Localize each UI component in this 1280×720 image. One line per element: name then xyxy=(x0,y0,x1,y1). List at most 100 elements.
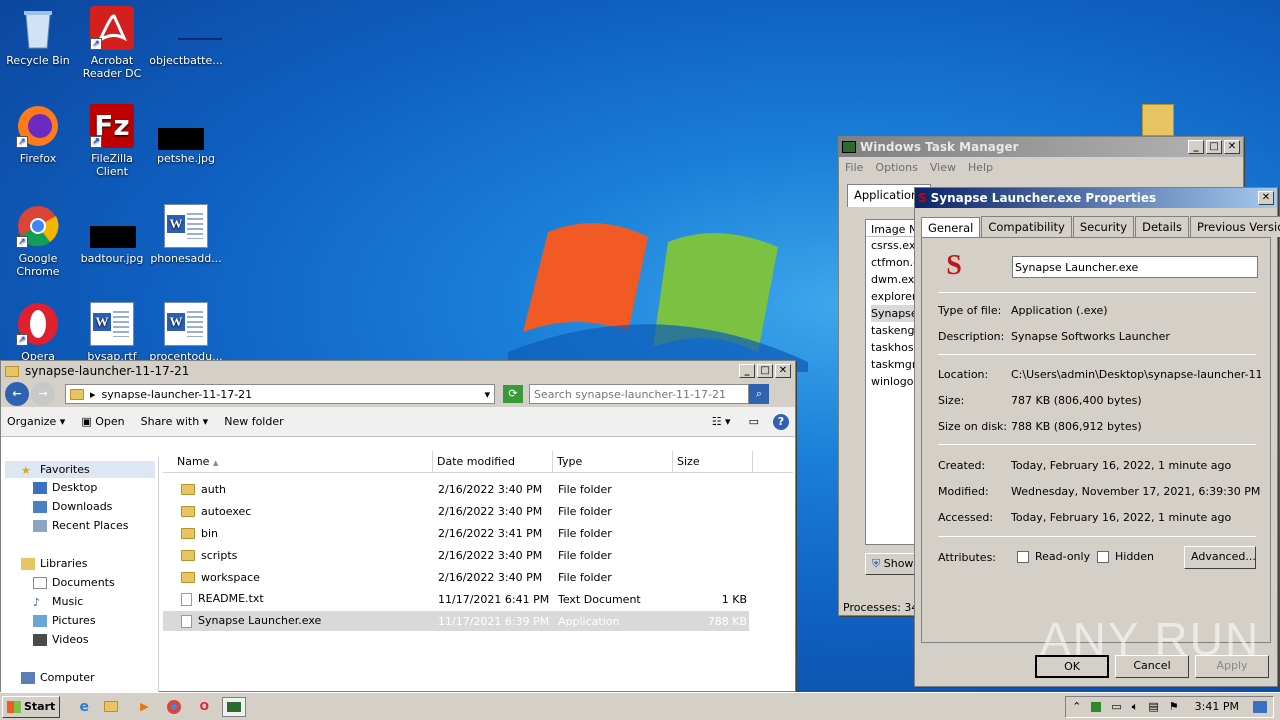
desktop-icon-filezilla[interactable]: Fz ↗ FileZilla Client xyxy=(74,104,150,178)
synapse-icon: S xyxy=(918,191,927,205)
hidden-checkbox[interactable]: Hidden xyxy=(1097,550,1154,563)
file-row[interactable]: README.txt 11/17/2021 6:41 PM Text Documen… xyxy=(163,589,749,609)
desktop-icon-recycle-bin[interactable]: Recycle Bin xyxy=(0,6,76,67)
menu-options[interactable]: Options xyxy=(875,161,917,174)
show-desktop-icon[interactable] xyxy=(1253,700,1267,713)
nav-downloads[interactable]: Downloads xyxy=(33,500,112,513)
desktop-icon-objectbatte[interactable]: objectbatte... xyxy=(148,6,224,67)
text-file-icon xyxy=(181,592,192,606)
tab-compatibility[interactable]: Compatibility xyxy=(981,216,1072,237)
readonly-checkbox[interactable]: Read-only xyxy=(1017,550,1090,563)
recycle-bin-icon xyxy=(16,6,60,50)
close-button[interactable]: ✕ xyxy=(1258,191,1274,205)
desktop-icon-procentodu[interactable]: W procentodu... xyxy=(148,302,224,363)
desktop-icon-badtour[interactable]: badtour.jpg xyxy=(74,204,150,265)
start-button[interactable]: Start xyxy=(2,695,61,718)
desktop-icon-acrobat[interactable]: ↗ Acrobat Reader DC xyxy=(74,6,150,80)
close-button[interactable]: ✕ xyxy=(1224,140,1240,154)
folder-icon[interactable] xyxy=(1142,104,1174,136)
taskmgr-app-icon xyxy=(842,141,856,153)
chevron-down-icon[interactable]: ▾ xyxy=(484,388,490,401)
file-row[interactable]: autoexec 2/16/2022 3:40 PM File folder xyxy=(163,501,749,521)
minimize-button[interactable]: _ xyxy=(1188,140,1204,154)
menu-help[interactable]: Help xyxy=(968,161,993,174)
clock[interactable]: 3:41 PM xyxy=(1195,700,1239,713)
nav-desktop[interactable]: Desktop xyxy=(33,481,97,494)
tab-previous-versions[interactable]: Previous Versions xyxy=(1189,216,1280,237)
nav-music[interactable]: ♪ Music xyxy=(33,595,83,609)
synapse-file-icon: S xyxy=(946,250,962,281)
column-header-type[interactable]: Type xyxy=(553,451,673,472)
chrome-taskbar-icon[interactable] xyxy=(162,697,186,717)
organize-button[interactable]: Organize ▾ xyxy=(7,415,65,428)
view-options-icon[interactable]: ☷ ▾ xyxy=(712,415,731,428)
media-player-icon[interactable]: ▶ xyxy=(132,697,156,717)
file-name: auth xyxy=(201,482,226,496)
task-manager-titlebar[interactable]: Windows Task Manager _ □ ✕ xyxy=(839,137,1243,157)
network-icon[interactable] xyxy=(1091,701,1102,712)
image-file-icon xyxy=(90,204,136,248)
ie-icon[interactable]: e xyxy=(72,697,96,717)
filename-field[interactable] xyxy=(1012,256,1258,278)
menu-view[interactable]: View xyxy=(930,161,956,174)
maximize-button[interactable]: □ xyxy=(1206,140,1222,154)
cancel-button[interactable]: Cancel xyxy=(1115,655,1189,678)
share-with-button[interactable]: Share with ▾ xyxy=(141,415,209,428)
properties-dialog[interactable]: S Synapse Launcher.exe Properties ✕ Gene… xyxy=(914,187,1280,687)
taskmgr-taskbar-icon[interactable] xyxy=(222,696,247,717)
desktop-icon-chrome[interactable]: ↗ Google Chrome xyxy=(0,204,76,278)
file-row[interactable]: auth 2/16/2022 3:40 PM File folder xyxy=(163,479,749,499)
refresh-icon[interactable]: ⟳ xyxy=(503,385,523,403)
tab-details[interactable]: Details xyxy=(1135,216,1189,237)
tray-app-icon[interactable]: ▤ xyxy=(1148,700,1158,713)
new-folder-button[interactable]: New folder xyxy=(224,415,283,428)
column-header-size[interactable]: Size xyxy=(673,451,753,472)
column-header-date[interactable]: Date modified xyxy=(433,451,553,472)
close-button[interactable]: ✕ xyxy=(775,364,791,378)
desktop-icon-opera[interactable]: ↗ Opera xyxy=(0,302,76,363)
file-row[interactable]: bin 2/16/2022 3:41 PM File folder xyxy=(163,523,749,543)
ok-button[interactable]: OK xyxy=(1035,655,1109,678)
address-bar[interactable]: ▸ synapse-launcher-11-17-21 ▾ xyxy=(65,384,495,404)
apply-button[interactable]: Apply xyxy=(1195,655,1269,678)
nav-pictures[interactable]: Pictures xyxy=(33,614,96,627)
nav-computer[interactable]: Computer xyxy=(21,671,95,684)
nav-documents[interactable]: Documents xyxy=(33,576,115,589)
advanced-button[interactable]: Advanced... xyxy=(1184,546,1256,569)
nav-libraries[interactable]: Libraries xyxy=(21,557,88,570)
desktop-icon-petshe[interactable]: petshe.jpg xyxy=(148,104,224,165)
explorer-folder-icon[interactable] xyxy=(102,697,126,717)
action-center-icon[interactable]: ▭ xyxy=(1111,700,1121,713)
tab-security[interactable]: Security xyxy=(1072,216,1135,237)
nav-favorites[interactable]: ★ Favorites xyxy=(5,461,155,478)
column-header-name[interactable]: Name ▲ xyxy=(163,451,433,472)
desktop-icon-bysap[interactable]: W bysap.rtf xyxy=(74,302,150,363)
desktop-icon xyxy=(33,481,47,494)
maximize-button[interactable]: □ xyxy=(757,364,773,378)
tray-expand-icon[interactable]: ⌃ xyxy=(1072,700,1081,713)
desktop-icon-firefox[interactable]: ↗ Firefox xyxy=(0,104,76,165)
flag-icon[interactable]: ⚑ xyxy=(1169,700,1179,713)
file-row[interactable]: scripts 2/16/2022 3:40 PM File folder xyxy=(163,545,749,565)
nav-recent-places[interactable]: Recent Places xyxy=(33,519,129,532)
minimize-button[interactable]: _ xyxy=(739,364,755,378)
file-row[interactable]: workspace 2/16/2022 3:40 PM File folder xyxy=(163,567,749,587)
help-icon[interactable]: ? xyxy=(773,413,789,430)
opera-taskbar-icon[interactable]: O xyxy=(192,697,216,717)
nav-videos[interactable]: Videos xyxy=(33,633,89,646)
file-row[interactable]: Synapse Launcher.exe 11/17/2021 6:39 PM Ap… xyxy=(163,611,749,631)
image-file-icon xyxy=(164,6,222,50)
volume-icon[interactable]: 🔈︎ xyxy=(1132,700,1139,714)
properties-titlebar[interactable]: S Synapse Launcher.exe Properties ✕ xyxy=(915,188,1277,208)
search-input[interactable] xyxy=(529,384,749,404)
search-icon[interactable]: ⌕ xyxy=(749,384,769,404)
explorer-window[interactable]: synapse-launcher-11-17-21 _ □ ✕ ← → ▸ sy… xyxy=(0,360,796,693)
menu-file[interactable]: File xyxy=(845,161,863,174)
preview-pane-icon[interactable]: ▭ xyxy=(749,415,759,428)
back-arrow-icon[interactable]: ← xyxy=(5,382,29,406)
libraries-icon xyxy=(21,557,35,570)
forward-arrow-icon[interactable]: → xyxy=(31,382,55,406)
open-button[interactable]: ▣ Open xyxy=(81,415,124,428)
desktop-icon-phonesadd[interactable]: W phonesadd... xyxy=(148,204,224,265)
explorer-titlebar[interactable]: synapse-launcher-11-17-21 _ □ ✕ xyxy=(1,361,795,381)
